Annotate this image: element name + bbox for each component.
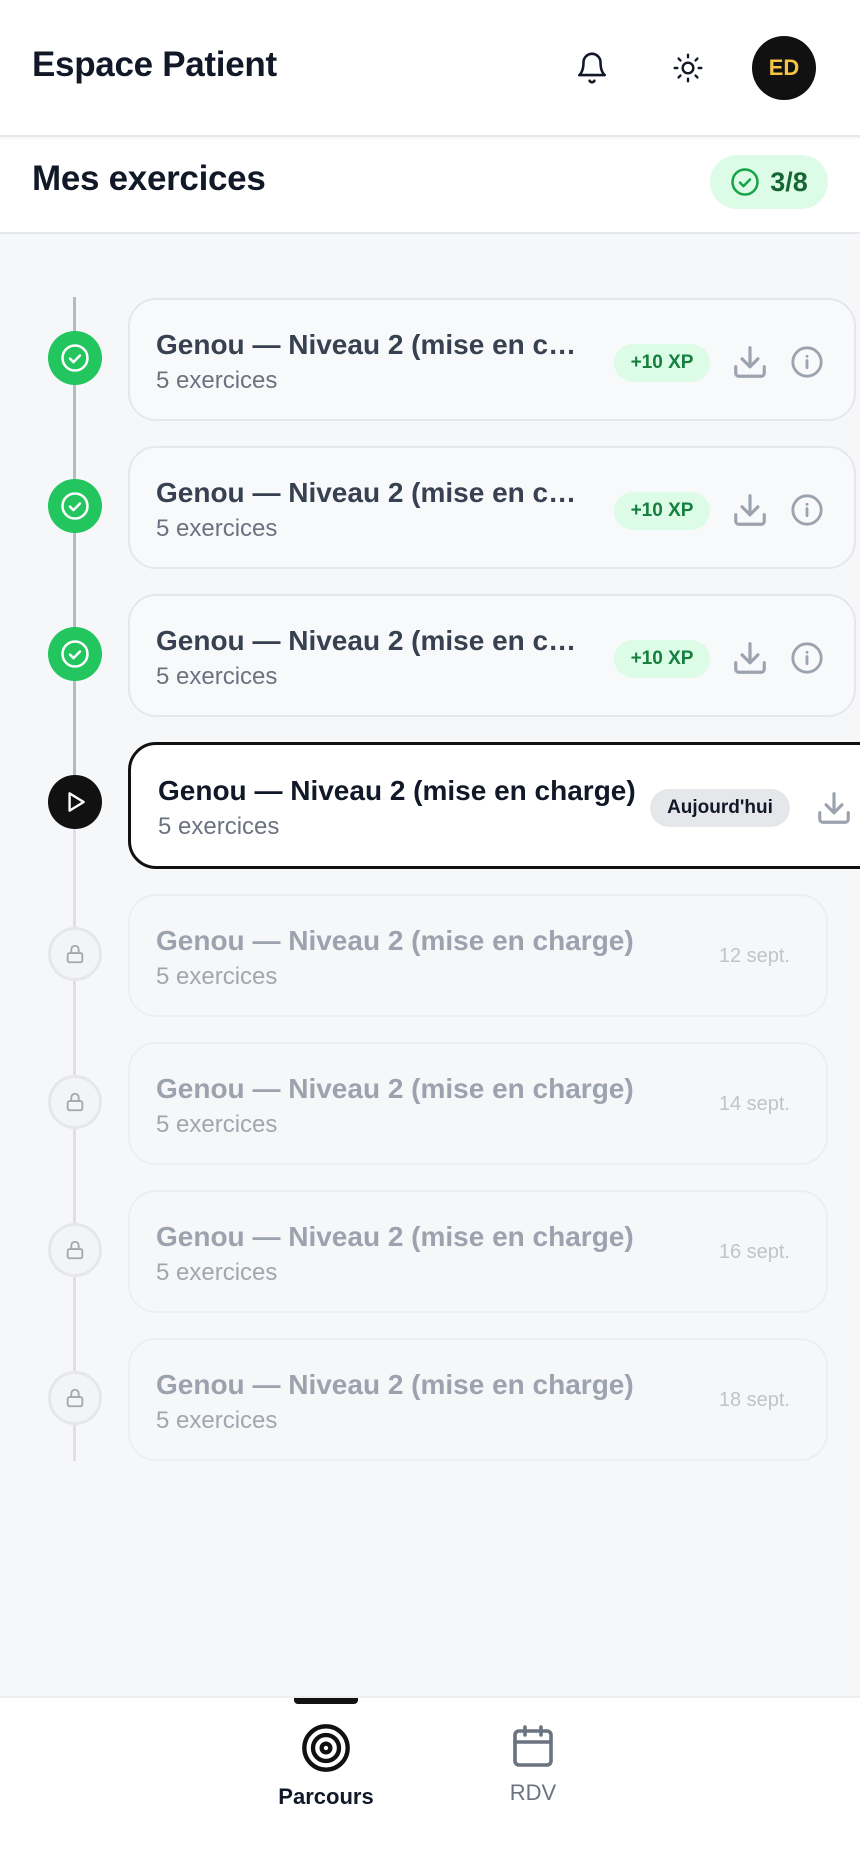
xp-badge: +10 XP [614, 492, 710, 530]
session-subtitle: 5 exercices [156, 963, 278, 990]
download-button[interactable] [812, 786, 856, 830]
session-title: Genou — Niveau 2 (mise en charge) [156, 1369, 634, 1400]
download-button[interactable] [728, 636, 772, 680]
timeline-node-done [48, 331, 102, 385]
bottom-nav: Parcours RDV [0, 1696, 860, 1864]
info-button[interactable] [785, 636, 829, 680]
download-icon [734, 494, 766, 526]
session-date: 12 sept. [718, 945, 790, 967]
lock-icon [66, 1388, 84, 1408]
download-button[interactable] [728, 488, 772, 532]
check-circle-icon [61, 640, 89, 668]
session-subtitle: 5 exercices [156, 1111, 278, 1138]
bell-icon [577, 52, 607, 84]
download-icon [818, 792, 850, 824]
session-card-locked: Genou — Niveau 2 (mise en charge) 5 exer… [128, 894, 828, 1017]
session-card[interactable]: Genou — Niveau 2 (mise en charge) 5 exer… [128, 298, 856, 421]
nav-label: RDV [509, 1780, 557, 1805]
timeline-node-locked [48, 1075, 102, 1129]
session-title: Genou — Niveau 2 (mise en charge) [156, 1073, 634, 1104]
session-card[interactable]: Genou — Niveau 2 (mise en charge) 5 exer… [128, 594, 856, 717]
today-badge: Aujourd'hui [650, 789, 790, 827]
session-title: Genou — Niveau 2 (mise en charge) [156, 1221, 634, 1252]
section-header: Mes exercices 3/8 [0, 139, 860, 234]
timeline-node-current[interactable] [48, 775, 102, 829]
download-button[interactable] [728, 340, 772, 384]
check-circle-icon [61, 492, 89, 520]
xp-badge: +10 XP [614, 640, 710, 678]
session-title: Genou — Niveau 2 (mise en charge) [156, 477, 586, 508]
lock-icon [66, 1240, 84, 1260]
session-subtitle: 5 exercices [156, 367, 278, 394]
notifications-button[interactable] [564, 40, 620, 96]
session-subtitle: 5 exercices [156, 515, 278, 542]
session-subtitle: 5 exercices [156, 1407, 278, 1434]
check-circle-icon [731, 168, 759, 196]
sun-icon [673, 53, 703, 83]
progress-badge: 3/8 [710, 155, 828, 209]
timeline-node-done [48, 479, 102, 533]
app-header: Espace Patient ED [0, 0, 860, 137]
session-card[interactable]: Genou — Niveau 2 (mise en charge) 5 exer… [128, 446, 856, 569]
session-date: 16 sept. [718, 1241, 790, 1263]
check-circle-icon [61, 344, 89, 372]
timeline-node-locked [48, 1223, 102, 1277]
session-date: 18 sept. [718, 1389, 790, 1411]
lock-icon [66, 944, 84, 964]
info-button[interactable] [785, 340, 829, 384]
session-card-locked: Genou — Niveau 2 (mise en charge) 5 exer… [128, 1190, 828, 1313]
app-title: Espace Patient [32, 45, 277, 84]
session-card-current[interactable]: Genou — Niveau 2 (mise en charge) 5 exer… [128, 742, 860, 869]
info-button[interactable] [785, 488, 829, 532]
timeline-node-done [48, 627, 102, 681]
nav-item-parcours[interactable]: Parcours [261, 1722, 391, 1832]
avatar[interactable]: ED [752, 36, 816, 100]
theme-toggle-button[interactable] [660, 40, 716, 96]
timeline-node-locked [48, 927, 102, 981]
session-title: Genou — Niveau 2 (mise en charge) [158, 775, 636, 806]
nav-label: Parcours [278, 1784, 374, 1809]
page-title: Mes exercices [32, 159, 266, 198]
download-icon [734, 642, 766, 674]
lock-icon [66, 1092, 84, 1112]
target-icon [302, 1724, 350, 1772]
xp-badge: +10 XP [614, 344, 710, 382]
session-card-locked: Genou — Niveau 2 (mise en charge) 5 exer… [128, 1042, 828, 1165]
nav-item-rdv[interactable]: RDV [468, 1722, 598, 1832]
session-date: 14 sept. [718, 1093, 790, 1115]
session-card-locked: Genou — Niveau 2 (mise en charge) 5 exer… [128, 1338, 828, 1461]
info-icon [791, 346, 823, 378]
download-icon [734, 346, 766, 378]
timeline-line-upcoming [73, 801, 76, 1461]
session-subtitle: 5 exercices [156, 1259, 278, 1286]
session-title: Genou — Niveau 2 (mise en charge) [156, 625, 586, 656]
session-subtitle: 5 exercices [158, 813, 280, 840]
timeline-node-locked [48, 1371, 102, 1425]
progress-count: 3/8 [770, 166, 808, 197]
session-title: Genou — Niveau 2 (mise en charge) [156, 925, 634, 956]
session-title: Genou — Niveau 2 (mise en charge) [156, 329, 586, 360]
session-subtitle: 5 exercices [156, 663, 278, 690]
active-tab-indicator [294, 1698, 358, 1704]
play-icon [68, 792, 85, 812]
calendar-icon [513, 1725, 553, 1767]
info-icon [791, 494, 823, 526]
info-icon [791, 642, 823, 674]
